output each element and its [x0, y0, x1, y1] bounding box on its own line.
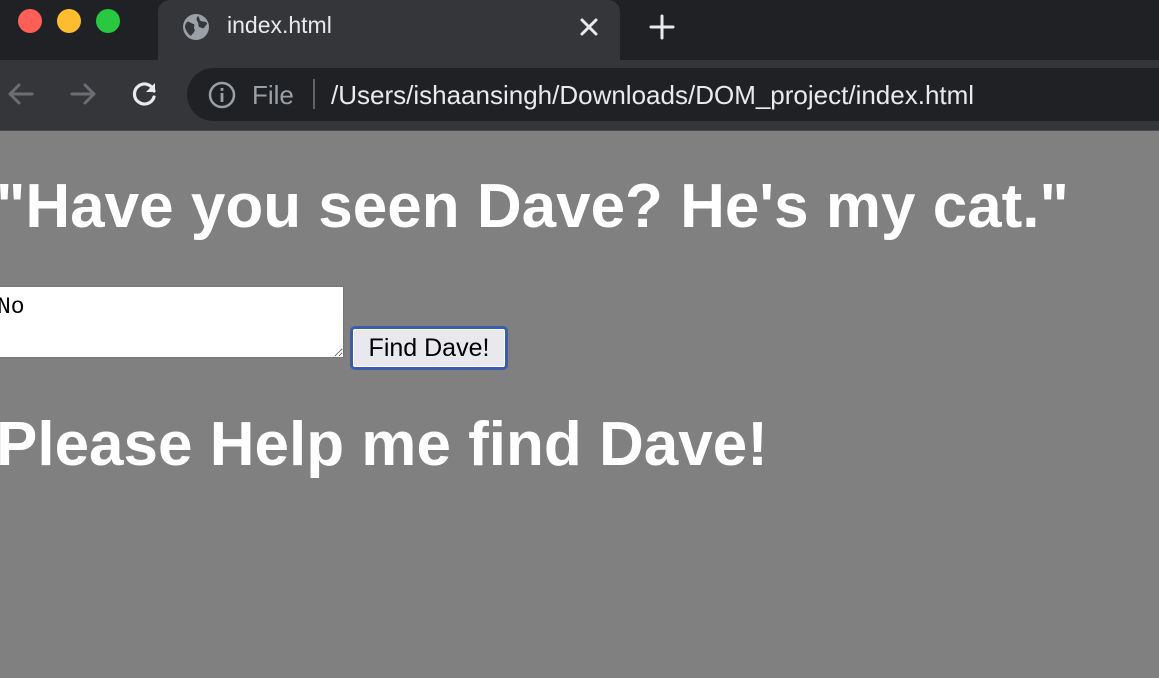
- globe-icon: [183, 14, 209, 40]
- find-dave-button[interactable]: Find Dave!: [350, 326, 508, 370]
- page-content: "Have you seen Dave? He's my cat." No Fi…: [0, 131, 1159, 678]
- window-minimize-button[interactable]: [57, 9, 81, 33]
- address-bar[interactable]: File /Users/ishaansingh/Downloads/DOM_pr…: [187, 68, 1159, 121]
- window-maximize-button[interactable]: [96, 9, 120, 33]
- browser-toolbar: File /Users/ishaansingh/Downloads/DOM_pr…: [0, 60, 1159, 131]
- address-url[interactable]: /Users/ishaansingh/Downloads/DOM_project…: [331, 80, 974, 111]
- reload-icon[interactable]: [129, 78, 161, 110]
- address-divider: [313, 79, 315, 109]
- forward-arrow-icon[interactable]: [67, 78, 99, 110]
- plus-icon[interactable]: [648, 13, 676, 41]
- tab-close-icon[interactable]: [576, 14, 602, 40]
- back-arrow-icon[interactable]: [5, 78, 37, 110]
- page-heading: "Have you seen Dave? He's my cat.": [0, 172, 1069, 241]
- tab-strip: index.html: [0, 0, 1159, 60]
- window-close-button[interactable]: [18, 9, 42, 33]
- address-scheme-label: File: [252, 80, 294, 110]
- browser-tab[interactable]: index.html: [158, 0, 620, 60]
- answer-textarea[interactable]: No: [0, 286, 344, 358]
- tab-title: index.html: [227, 12, 332, 38]
- info-icon[interactable]: [207, 80, 237, 110]
- result-heading: Please Help me find Dave!: [0, 410, 768, 479]
